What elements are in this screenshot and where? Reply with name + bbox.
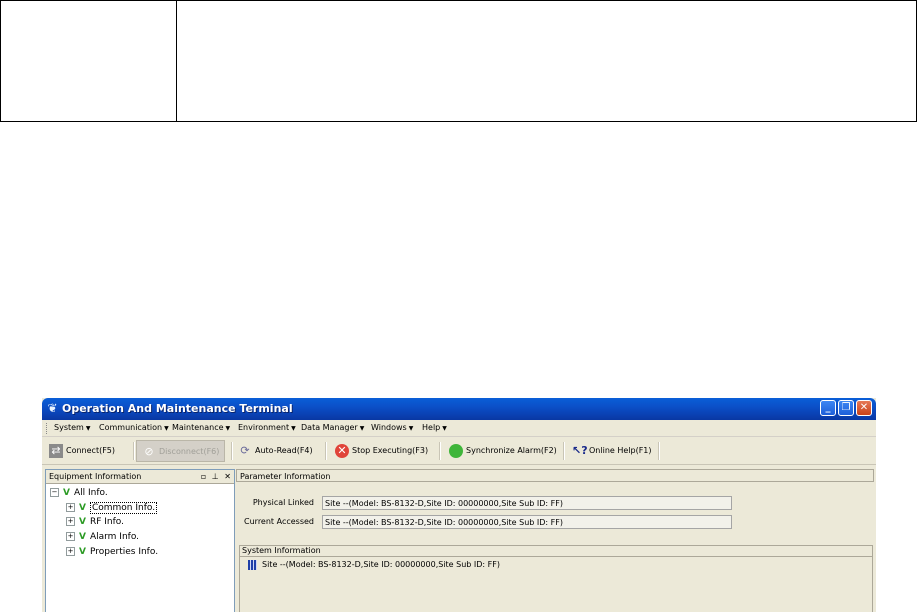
app-window: ❦ Operation And Maintenance Terminal _ ❐…	[42, 398, 876, 612]
close-icon[interactable]: ✕	[224, 472, 231, 481]
stop-icon: ✕	[335, 443, 349, 458]
parameter-panel: Parameter Information Physical Linked Si…	[236, 469, 876, 612]
chevron-down-icon: ▼	[225, 425, 231, 432]
toolbar-separator	[325, 442, 327, 460]
minimize-button[interactable]: _	[820, 400, 836, 416]
equipment-v-icon: V	[79, 517, 86, 527]
menu-communication[interactable]: Communication ▼	[99, 422, 169, 435]
chevron-down-icon: ▼	[408, 425, 414, 432]
maximize-button[interactable]: ❐	[838, 400, 854, 416]
connect-button[interactable]: ⇄ Connect(F5)	[44, 440, 120, 462]
synchronize-alarm-button[interactable]: Synchronize Alarm(F2)	[444, 440, 562, 462]
chevron-down-icon: ▼	[291, 425, 296, 432]
tree-item-alarm-info[interactable]: + V Alarm Info.	[66, 531, 139, 543]
physical-linked-field: Site --(Model: BS-8132-D,Site ID: 000000…	[322, 496, 732, 510]
menu-help[interactable]: Help ▼	[422, 422, 447, 435]
equipment-v-icon: V	[79, 547, 86, 557]
tree-item-common-info[interactable]: + V Common Info.	[66, 502, 158, 514]
connect-icon: ⇄	[49, 443, 63, 458]
system-information-group: System Information Site --(Model: BS-813…	[239, 545, 873, 612]
disconnect-icon: ⊘	[144, 444, 154, 458]
parameter-panel-header: Parameter Information	[236, 469, 874, 482]
menu-grip[interactable]	[46, 423, 49, 434]
title-bar[interactable]: ❦ Operation And Maintenance Terminal _ ❐…	[42, 398, 876, 420]
expand-icon[interactable]: +	[66, 517, 75, 526]
equipment-v-icon: V	[79, 503, 86, 513]
menu-windows[interactable]: Windows ▼	[371, 422, 413, 435]
chevron-down-icon: ▼	[442, 425, 447, 432]
disconnect-button[interactable]: ⊘ Disconnect(F6)	[136, 440, 226, 462]
menu-system[interactable]: System ▼	[54, 422, 90, 435]
chevron-down-icon: ▼	[359, 425, 365, 432]
auto-read-button[interactable]: ⟳ Auto-Read(F4)	[233, 440, 318, 462]
current-accessed-field: Site --(Model: BS-8132-D,Site ID: 000000…	[322, 515, 732, 529]
menu-bar: System ▼ Communication ▼ Maintenance ▼ Envi…	[42, 420, 876, 437]
expand-icon[interactable]: +	[66, 503, 75, 512]
toolbar-separator	[439, 442, 441, 460]
current-accessed-label: Current Accessed	[244, 517, 314, 526]
list-item[interactable]: Site --(Model: BS-8132-D,Site ID: 000000…	[248, 559, 500, 571]
menu-environment[interactable]: Environment ▼	[238, 422, 296, 435]
expand-icon[interactable]: +	[66, 547, 75, 556]
equipment-v-icon: V	[63, 488, 70, 498]
stop-executing-button[interactable]: ✕ Stop Executing(F3)	[330, 440, 433, 462]
toolbar-separator	[133, 442, 135, 460]
site-icon	[248, 559, 257, 570]
chevron-down-icon: ▼	[164, 425, 169, 432]
online-help-button[interactable]: ↖?Online Help(F1)	[567, 440, 657, 462]
table-column-divider	[176, 1, 177, 121]
toolbar-separator	[563, 442, 565, 460]
alarm-icon	[449, 443, 463, 458]
chevron-down-icon: ▼	[85, 425, 91, 432]
auto-read-icon: ⟳	[240, 443, 250, 457]
menu-data-manager[interactable]: Data Manager ▼	[301, 422, 364, 435]
menu-maintenance[interactable]: Maintenance ▼	[172, 422, 230, 435]
equipment-panel: Equipment Information ▫ ⊥ ✕ − V All Info. …	[45, 469, 235, 612]
help-icon: ↖?	[572, 443, 588, 457]
window-title: Operation And Maintenance Terminal	[62, 402, 293, 415]
toolbar-separator	[658, 442, 660, 460]
app-logo-icon: ❦	[47, 401, 58, 415]
tree-item-rf-info[interactable]: + V RF Info.	[66, 516, 124, 528]
physical-linked-label: Physical Linked	[252, 498, 314, 507]
toolbar: ⇄ Connect(F5) ⊘ Disconnect(F6) ⟳ Auto-Read(…	[42, 438, 876, 465]
dock-icon[interactable]: ▫	[201, 472, 206, 481]
equipment-panel-header: Equipment Information ▫ ⊥ ✕	[46, 470, 234, 484]
document-table	[0, 0, 917, 122]
tree-item-all-info[interactable]: − V All Info.	[50, 487, 108, 499]
close-button[interactable]: ✕	[856, 400, 872, 416]
system-information-list[interactable]: Site --(Model: BS-8132-D,Site ID: 000000…	[240, 556, 872, 612]
collapse-icon[interactable]: −	[50, 488, 59, 497]
expand-icon[interactable]: +	[66, 532, 75, 541]
pin-icon[interactable]: ⊥	[212, 472, 219, 481]
equipment-v-icon: V	[79, 532, 86, 542]
tree-item-properties-info[interactable]: + V Properties Info.	[66, 546, 158, 558]
system-information-title: System Information	[242, 546, 321, 555]
